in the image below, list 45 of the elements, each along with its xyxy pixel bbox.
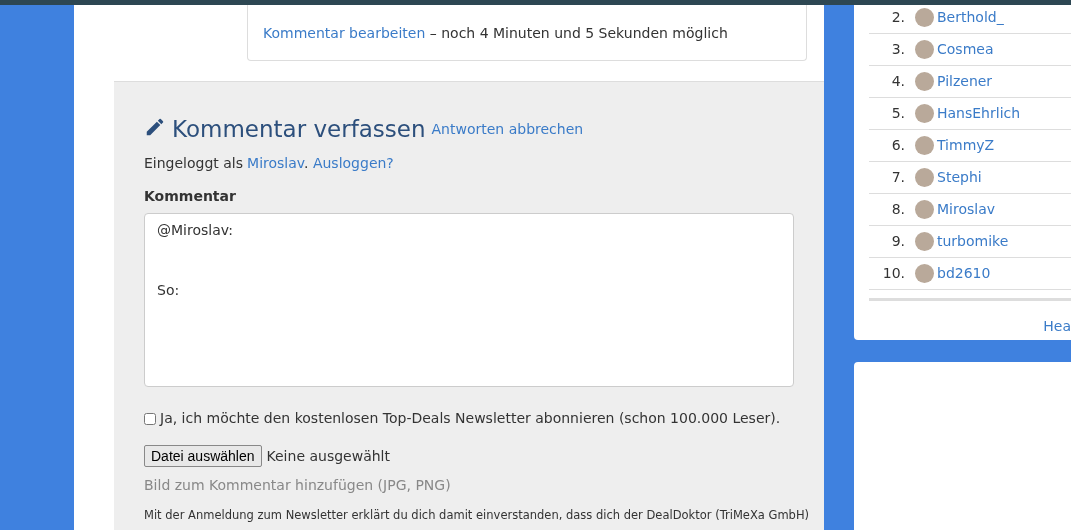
avatar-placeholder	[915, 168, 934, 187]
user-link[interactable]: Berthold_	[937, 7, 1004, 28]
logout-link[interactable]: Ausloggen?	[312, 155, 394, 171]
newsletter-disclaimer: Mit der Anmeldung zum Newsletter erklärt du dich damit einverstanden, dass dich der DealDoktor (TriMeXa GmbH)	[144, 507, 810, 524]
rank-number: 3.	[890, 40, 906, 59]
user-link[interactable]: TimmyZ	[937, 135, 995, 156]
comment-textarea[interactable]: @Miroslav: So:	[144, 213, 794, 387]
user-link[interactable]: Miroslav	[247, 155, 304, 171]
cancel-reply-link[interactable]: Antworten abbrechen	[431, 119, 584, 140]
edit-comment-link[interactable]: Kommentar bearbeiten	[263, 25, 426, 41]
edit-time-text: – noch 4 Minuten und 5 Sekunden möglich	[429, 25, 728, 41]
avatar-placeholder	[915, 232, 934, 251]
avatar-placeholder	[915, 104, 934, 123]
pencil-icon	[144, 116, 166, 138]
user-link[interactable]: Stephi	[937, 167, 982, 188]
avatar-placeholder	[915, 40, 934, 59]
rank-number: 2.	[890, 8, 906, 27]
user-link[interactable]: Miroslav	[937, 199, 996, 220]
rank-number: 7.	[890, 168, 906, 187]
file-hint: Bild zum Kommentar hinzufügen (JPG, PNG)	[144, 476, 452, 495]
user-link[interactable]: turbomike	[937, 231, 1009, 252]
form-title: Kommentar verfassen	[172, 118, 426, 141]
rank-number: 9.	[890, 232, 906, 251]
user-link[interactable]: HansEhrlich	[937, 103, 1021, 124]
rank-number: 10.	[881, 264, 906, 283]
avatar-placeholder	[915, 72, 934, 91]
newsletter-label: Ja, ich möchte den kostenlosen Top-Deals Newsletter abonnieren (schon 100.000 Leser).	[160, 409, 781, 428]
file-status: Keine ausgewählt	[266, 446, 390, 466]
field-label: Kommentar	[144, 187, 237, 206]
newsletter-checkbox[interactable]	[144, 412, 156, 425]
rank-number: 5.	[890, 104, 906, 123]
choose-file-button[interactable]: Datei auswählen	[144, 445, 262, 467]
logged-in-text: Eingeloggt als	[144, 154, 244, 173]
avatar-placeholder	[915, 8, 934, 27]
user-link[interactable]: Cosmea	[937, 39, 994, 60]
footer-link[interactable]: Hea	[1043, 316, 1071, 337]
rank-number: 8.	[890, 200, 906, 219]
rank-number: 4.	[890, 72, 906, 91]
avatar-placeholder	[915, 200, 934, 219]
user-link[interactable]: bd2610	[937, 263, 991, 284]
avatar-placeholder	[915, 136, 934, 155]
avatar-placeholder	[915, 264, 934, 283]
user-link[interactable]: Pilzener	[937, 71, 993, 92]
punctuation-text: .	[304, 155, 309, 171]
rank-number: 6.	[890, 136, 906, 155]
